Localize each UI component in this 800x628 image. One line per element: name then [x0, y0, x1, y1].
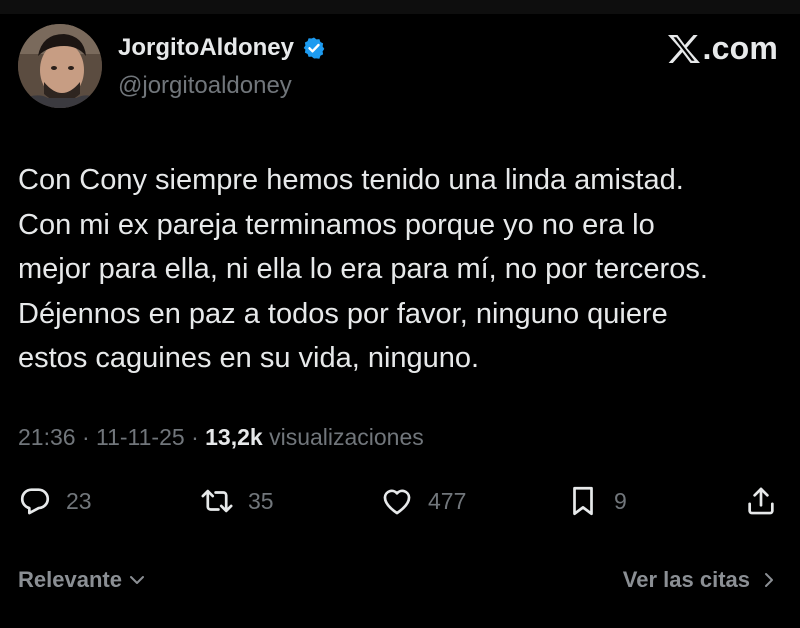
view-quotes-label: Ver las citas — [622, 567, 750, 592]
tweet-line: Con mi ex pareja terminamos porque yo no… — [18, 208, 655, 241]
bookmark-icon — [573, 486, 593, 516]
verified-badge-icon — [303, 37, 325, 59]
like-button[interactable]: 477 — [380, 484, 466, 518]
views-label: visualizaciones — [269, 424, 424, 450]
tweet-line: Déjennos en paz a todos por favor, ningu… — [18, 297, 668, 330]
tweet-date[interactable]: 11-11-25 — [96, 424, 185, 450]
tweet-line: mejor para ella, ni ella lo era para mí,… — [18, 253, 708, 285]
brand-mark: .com — [667, 30, 779, 67]
reply-button[interactable]: 23 — [18, 484, 92, 518]
tweet-time[interactable]: 21:36 — [18, 424, 76, 450]
share-icon — [748, 487, 774, 515]
tweet-line: Con Cony siempre hemos tenido una linda … — [18, 164, 684, 196]
views-count: 13,2k — [205, 424, 263, 450]
chevron-down-icon — [129, 576, 144, 584]
view-quotes-link[interactable]: Ver las citas — [623, 567, 778, 593]
display-name[interactable]: JorgitoAldoney — [118, 34, 294, 62]
heart-icon — [383, 489, 411, 515]
repost-button[interactable]: 35 — [200, 484, 274, 518]
share-button[interactable] — [744, 484, 778, 518]
sort-dropdown[interactable]: Relevante — [18, 567, 146, 593]
tweet-header: JorgitoAldoney @jorgitoaldoney .com — [18, 24, 778, 110]
x-logo-icon — [667, 34, 700, 63]
sort-label: Relevante — [18, 567, 122, 592]
bookmark-button[interactable]: 9 — [566, 484, 627, 518]
reply-icon — [20, 488, 50, 515]
repost-count: 35 — [248, 487, 274, 514]
like-count: 477 — [428, 487, 467, 514]
top-strip — [0, 0, 800, 14]
brand-domain: .com — [702, 30, 778, 66]
action-bar: 23 35 477 9 — [18, 484, 782, 524]
avatar[interactable] — [18, 24, 102, 108]
chevron-right-icon — [765, 573, 773, 587]
meta-separator: · — [191, 424, 199, 450]
handle[interactable]: @jorgitoaldoney — [118, 72, 292, 100]
reply-count: 23 — [66, 487, 92, 514]
tweet-line: estos caguines en su vida, ninguno. — [18, 342, 480, 374]
tweet-meta: 21:36 · 11-11-25 · 13,2k visualizaciones — [18, 424, 424, 451]
repost-icon — [201, 489, 233, 513]
meta-separator: · — [81, 424, 90, 450]
avatar-photo-icon — [18, 24, 102, 108]
bookmark-count: 9 — [614, 487, 627, 514]
tweet-text: Con Cony siempre hemos tenido una linda … — [18, 158, 788, 381]
name-row: JorgitoAldoney — [118, 34, 326, 62]
